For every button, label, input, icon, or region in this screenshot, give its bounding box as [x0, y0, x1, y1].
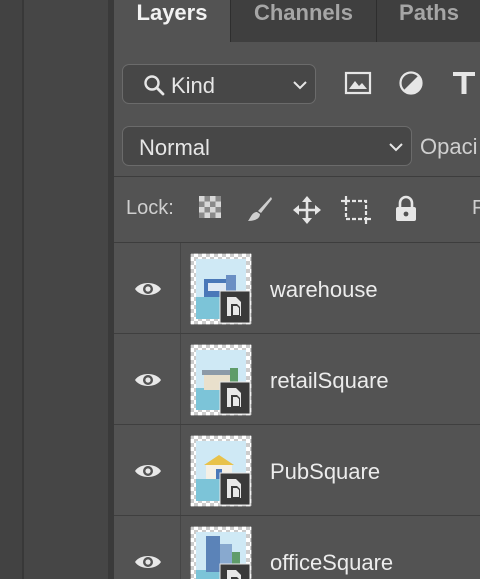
row-divider [180, 243, 181, 334]
lock-row: Lock: F [114, 178, 480, 242]
layer-name[interactable]: retailSquare [270, 368, 389, 394]
workspace-left-edge [0, 0, 22, 579]
row-divider [180, 334, 181, 425]
layer-name[interactable]: PubSquare [270, 459, 380, 485]
layer-thumbnail[interactable] [190, 344, 252, 416]
tab-layers[interactable]: Layers [114, 0, 230, 42]
panel-tab-bar: Layers Channels Paths [114, 0, 480, 42]
chevron-down-icon [293, 81, 307, 90]
visibility-eye-icon[interactable] [134, 279, 162, 299]
visibility-eye-icon[interactable] [134, 370, 162, 390]
layer-row[interactable]: PubSquare [114, 425, 480, 516]
layer-filter-row: Kind [114, 56, 480, 112]
lock-position-icon[interactable] [292, 195, 322, 225]
lock-all-icon[interactable] [394, 195, 418, 223]
layer-row[interactable]: officeSquare [114, 516, 480, 579]
layers-panel: Layers Channels Paths Kind Normal Opaci … [114, 0, 480, 579]
tab-channels-label: Channels [253, 0, 354, 25]
dock-collapsed-area [24, 0, 108, 579]
layer-name[interactable]: warehouse [270, 277, 378, 303]
visibility-eye-icon[interactable] [134, 461, 162, 481]
fill-label: F [472, 197, 480, 219]
filter-kind-label: Kind [171, 73, 216, 98]
tab-layers-label: Layers [136, 0, 208, 25]
image-filter-icon[interactable] [344, 70, 372, 96]
layer-row[interactable]: retailSquare [114, 334, 480, 425]
layer-thumbnail[interactable] [190, 526, 252, 579]
tab-paths-label: Paths [399, 0, 459, 25]
layer-name[interactable]: officeSquare [270, 550, 393, 576]
filter-kind-dropdown[interactable]: Kind [122, 64, 316, 104]
divider [114, 176, 480, 177]
layer-row[interactable]: warehouse [114, 243, 480, 334]
search-icon [144, 75, 165, 96]
row-divider [180, 425, 181, 516]
adjustment-filter-icon[interactable] [398, 70, 424, 96]
blend-mode-label: Normal [139, 135, 210, 160]
lock-artboard-icon[interactable] [340, 195, 372, 225]
blend-mode-dropdown[interactable]: Normal [122, 126, 412, 166]
layer-thumbnail[interactable] [190, 435, 252, 507]
lock-label: Lock: [126, 197, 174, 219]
type-filter-icon[interactable] [452, 70, 476, 96]
chevron-down-icon [389, 143, 403, 152]
row-divider [180, 516, 181, 579]
visibility-eye-icon[interactable] [134, 552, 162, 572]
tab-paths[interactable]: Paths [377, 0, 480, 42]
blend-row: Normal Opaci [114, 120, 480, 176]
tab-channels[interactable]: Channels [231, 0, 376, 42]
layer-thumbnail[interactable] [190, 253, 252, 325]
lock-transparent-pixels-icon[interactable] [198, 195, 222, 219]
lock-image-pixels-icon[interactable] [246, 195, 274, 223]
opacity-label: Opaci [420, 134, 478, 159]
